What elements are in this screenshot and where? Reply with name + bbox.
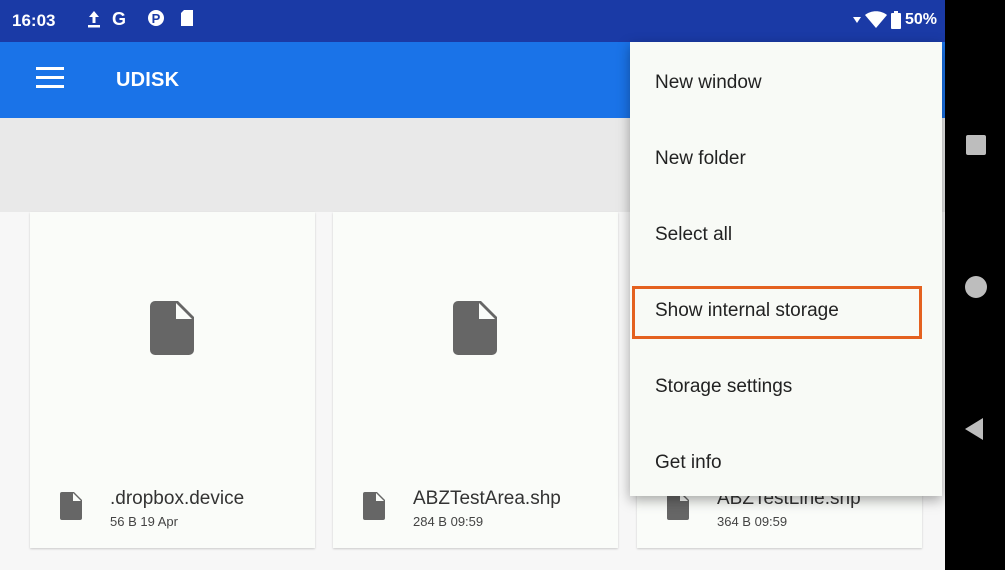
file-card[interactable]: ABZTestArea.shp 284 B 09:59 <box>333 212 618 548</box>
sd-card-icon <box>180 9 194 32</box>
menu-item-storage-settings[interactable]: Storage settings <box>630 348 942 424</box>
file-meta: 364 B 09:59 <box>717 514 788 529</box>
status-bar: 16:03 G P 50% <box>0 0 945 42</box>
menu-item-label: New folder <box>655 148 746 169</box>
file-name: ABZTestArea.shp <box>413 488 561 509</box>
menu-item-get-info[interactable]: Get info <box>630 424 942 500</box>
document-icon <box>60 492 82 520</box>
battery-icon <box>890 11 901 29</box>
back-icon[interactable] <box>965 418 983 440</box>
upload-icon <box>86 9 102 34</box>
document-icon <box>453 301 497 355</box>
page-title: UDISK <box>116 69 180 91</box>
menu-item-label: Show internal storage <box>655 300 839 321</box>
document-icon <box>363 492 385 520</box>
home-icon[interactable] <box>965 276 987 298</box>
signal-arrow-icon <box>852 17 861 23</box>
parking-icon: P <box>147 9 165 34</box>
svg-text:P: P <box>152 11 161 26</box>
file-meta: 56 B 19 Apr <box>110 514 178 529</box>
menu-item-label: Storage settings <box>655 376 793 397</box>
navigation-bar <box>945 0 1005 570</box>
status-time: 16:03 <box>12 11 56 30</box>
recents-icon[interactable] <box>966 135 986 155</box>
menu-item-label: Get info <box>655 452 722 473</box>
google-icon: G <box>112 9 127 29</box>
file-card[interactable]: .dropbox.device 56 B 19 Apr <box>30 212 315 548</box>
menu-item-select-all[interactable]: Select all <box>630 196 942 272</box>
menu-item-show-internal-storage[interactable]: Show internal storage <box>630 272 942 348</box>
document-icon <box>150 301 194 355</box>
overflow-menu: New window New folder Select all Show in… <box>630 42 942 496</box>
battery-level: 50% <box>904 11 937 28</box>
file-name: .dropbox.device <box>110 488 245 509</box>
menu-item-label: New window <box>655 72 762 93</box>
wifi-icon <box>864 11 887 28</box>
menu-item-new-window[interactable]: New window <box>630 44 942 120</box>
hamburger-menu-icon[interactable] <box>36 67 64 91</box>
menu-item-label: Select all <box>655 224 733 245</box>
menu-item-new-folder[interactable]: New folder <box>630 120 942 196</box>
file-meta: 284 B 09:59 <box>413 514 484 529</box>
status-right: 50% <box>852 11 937 29</box>
